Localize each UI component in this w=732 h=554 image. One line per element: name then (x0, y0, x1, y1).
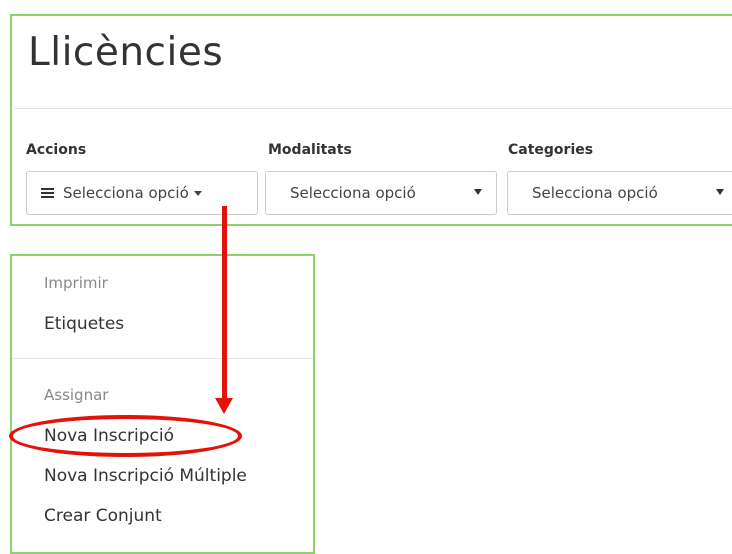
annotation-arrow-head (215, 398, 233, 414)
menu-header-imprimir: Imprimir (44, 274, 108, 292)
caret-down-icon (474, 189, 482, 195)
menu-item-etiquetes[interactable]: Etiquetes (44, 314, 124, 334)
accions-dropdown-menu: Imprimir Etiquetes Assignar Nova Inscrip… (10, 254, 315, 554)
modalitats-select[interactable]: Selecciona opció (265, 171, 497, 215)
menu-item-nova-inscripcio-multiple[interactable]: Nova Inscripció Múltiple (44, 466, 247, 486)
page-title: Llicències (28, 30, 224, 75)
title-divider (14, 108, 732, 109)
categories-label: Categories (508, 142, 594, 158)
menu-item-crear-conjunt[interactable]: Crear Conjunt (44, 506, 162, 526)
menu-divider (12, 358, 313, 359)
annotation-arrow-line (222, 206, 227, 402)
accions-label: Accions (26, 142, 87, 158)
list-icon (41, 187, 54, 199)
caret-down-icon (716, 189, 724, 195)
licenses-panel: Llicències Accions Modalitats Categories… (10, 14, 732, 226)
annotation-highlight-ellipse (9, 415, 242, 457)
accions-value: Selecciona opció (63, 184, 189, 202)
categories-select[interactable]: Selecciona opció (507, 171, 732, 215)
categories-value: Selecciona opció (532, 184, 658, 202)
modalitats-value: Selecciona opció (290, 184, 416, 202)
caret-down-icon (193, 190, 202, 196)
menu-header-assignar: Assignar (44, 386, 109, 404)
modalitats-label: Modalitats (268, 142, 352, 158)
